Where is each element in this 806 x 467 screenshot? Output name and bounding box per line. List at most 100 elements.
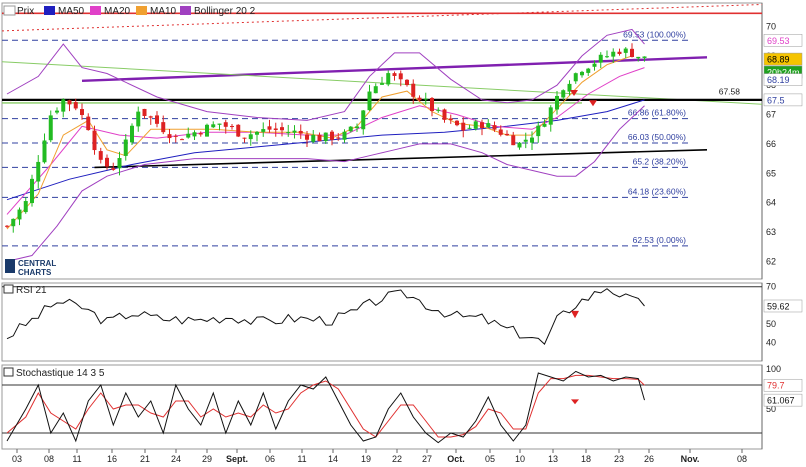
candle-up (136, 111, 141, 127)
candle-down (498, 129, 503, 135)
candle-up (286, 132, 291, 134)
candle-down (173, 135, 178, 137)
candle-up (542, 123, 547, 127)
price-y-tick-label: 65 (766, 168, 776, 178)
candle-up (361, 110, 366, 130)
price-high-badge: 69.53 (767, 36, 790, 46)
candle-down (317, 134, 322, 142)
candle-down (461, 122, 466, 131)
x-tick-label: 08 (44, 454, 54, 464)
candle-up (642, 56, 647, 58)
logo-mark-icon (5, 259, 15, 273)
candle-up (17, 209, 22, 220)
legend-label-ma20: MA20 (104, 6, 131, 17)
candle-down (430, 98, 434, 112)
candle-up (386, 73, 391, 85)
candle-up (555, 95, 559, 110)
candle-up (348, 126, 353, 132)
candle-down (411, 83, 416, 97)
legend-swatch-ma20 (90, 6, 101, 15)
x-tick-label: 10 (515, 454, 525, 464)
fibonacci-label: 62.53 (0.00%) (633, 235, 687, 245)
candle-up (130, 125, 134, 143)
x-tick-label: 16 (107, 454, 117, 464)
candle-down (142, 108, 147, 116)
candle-up (205, 124, 209, 137)
candle-up (55, 110, 59, 113)
legend-label-bollinger: Bollinger 20 2 (194, 6, 256, 17)
candle-up (380, 83, 384, 85)
x-tick-label: 19 (361, 454, 371, 464)
candle-down (67, 100, 72, 105)
stochastic-k-value: 61.067 (767, 396, 795, 406)
logo-line1: CENTRAL (18, 259, 56, 268)
chart: 62636465666768697069.53 (100.00%)66.86 (… (0, 0, 806, 467)
candle-down (617, 51, 622, 55)
candle-up (580, 71, 584, 76)
candle-up (573, 73, 578, 82)
legend-swatch-bollinger (180, 6, 191, 15)
x-tick-label: 23 (614, 454, 624, 464)
candle-down (417, 97, 422, 101)
candle-down (298, 130, 303, 134)
x-tick-label: 22 (392, 454, 402, 464)
x-tick-label: 27 (422, 454, 432, 464)
fibonacci-label: 64.18 (23.60%) (628, 186, 686, 196)
x-tick-label: 18 (581, 454, 591, 464)
candle-up (611, 51, 616, 57)
candle-down (267, 126, 272, 130)
candle-up (473, 121, 478, 129)
candle-down (5, 225, 9, 227)
price-y-tick-label: 63 (766, 227, 776, 237)
candle-up (61, 99, 66, 112)
candle-up (261, 129, 266, 132)
x-tick-label: 11 (72, 454, 81, 464)
candle-up (367, 91, 372, 111)
rsi-y-tick-label: 70 (766, 282, 776, 292)
candle-down (398, 73, 403, 80)
candle-down (392, 73, 397, 76)
candle-up (192, 132, 197, 137)
candle-down (480, 122, 484, 128)
candle-up (186, 133, 191, 138)
candle-down (223, 122, 228, 127)
price-y-tick-label: 64 (766, 198, 776, 208)
candle-up (342, 131, 347, 140)
candle-down (455, 120, 459, 126)
candle-down (280, 127, 284, 131)
candle-up (30, 178, 34, 204)
candle-up (605, 56, 609, 58)
candle-up (517, 142, 522, 148)
candle-up (486, 123, 491, 128)
candle-down (155, 115, 159, 124)
price-low-badge: 68.19 (767, 75, 790, 85)
x-tick-label: 14 (328, 454, 338, 464)
candle-down (305, 134, 309, 140)
legend-label-ma50: MA50 (58, 6, 85, 17)
candle-down (105, 157, 109, 167)
x-tick-label: Oct. (447, 454, 465, 464)
candle-up (292, 130, 297, 133)
price-y-tick-label: 62 (766, 256, 776, 266)
rsi-title-swatch (3, 284, 14, 294)
candle-up (530, 137, 534, 143)
candle-up (423, 98, 428, 100)
candle-down (505, 133, 509, 136)
candle-up (217, 123, 222, 125)
candle-down (511, 135, 516, 146)
candle-down (198, 133, 203, 135)
stochastic-y-tick-label: 100 (766, 364, 781, 374)
price-y-tick-label: 67 (766, 110, 776, 120)
stochastic-d-value: 79.7 (767, 381, 785, 391)
x-tick-label: 06 (265, 454, 275, 464)
x-tick-label: Nov. (681, 454, 700, 464)
candle-up (42, 140, 47, 163)
legend-label-prix: Prix (17, 6, 34, 17)
candle-down (336, 137, 341, 139)
candle-down (492, 125, 497, 130)
candle-down (167, 134, 172, 139)
x-tick-label: 03 (12, 454, 22, 464)
x-tick-label: 05 (485, 454, 495, 464)
x-tick-label: 21 (140, 454, 150, 464)
price-y-tick-label: 66 (766, 139, 776, 149)
